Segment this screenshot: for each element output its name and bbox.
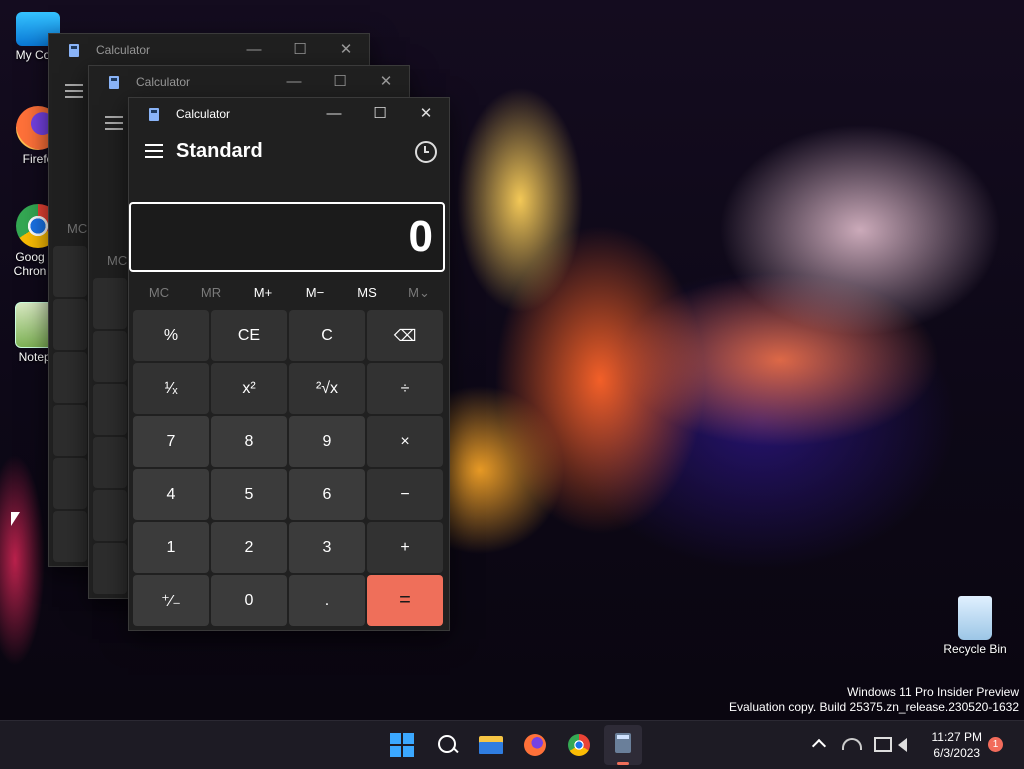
- title-bar[interactable]: Calculator — ☐ ✕: [49, 34, 369, 66]
- recycle-bin-icon: [958, 596, 992, 640]
- digit-9-button[interactable]: 9: [289, 416, 365, 467]
- desktop: My Com Firefo Goog Chron Notepa Recycle …: [0, 0, 1024, 720]
- key-background: [93, 490, 127, 541]
- key-background: [53, 299, 87, 350]
- memory-row: MC MR M+ M− MS M⌄: [133, 282, 445, 304]
- digit-7-button[interactable]: 7: [133, 416, 209, 467]
- key-background: [53, 246, 87, 297]
- desktop-icon-label: Recycle Bin: [943, 642, 1007, 656]
- close-button[interactable]: ✕: [363, 66, 409, 98]
- network-off-icon[interactable]: [842, 738, 862, 750]
- divide-button[interactable]: ÷: [367, 363, 443, 414]
- memory-store-button[interactable]: MS: [341, 282, 393, 304]
- digit-8-button[interactable]: 8: [211, 416, 287, 467]
- keypad: % CE C ⌫ ¹⁄ₓ x² ²√x ÷ 7 8 9 × 4 5 6 − 1 …: [133, 310, 445, 628]
- digit-6-button[interactable]: 6: [289, 469, 365, 520]
- minimize-button[interactable]: —: [271, 66, 317, 98]
- evaluation-watermark: Windows 11 Pro Insider Preview Evaluatio…: [729, 685, 1019, 715]
- mode-title: Standard: [176, 140, 263, 162]
- history-icon[interactable]: [415, 141, 437, 163]
- maximize-button[interactable]: ☐: [317, 66, 363, 98]
- watermark-line-2: Evaluation copy. Build 25375.zn_release.…: [729, 700, 1019, 714]
- digit-5-button[interactable]: 5: [211, 469, 287, 520]
- window-title: Calculator: [136, 75, 191, 89]
- key-background: [93, 331, 127, 382]
- square-root-button[interactable]: ²√x: [289, 363, 365, 414]
- notification-badge[interactable]: 1: [988, 737, 1003, 752]
- reciprocal-button[interactable]: ¹⁄ₓ: [133, 363, 209, 414]
- equals-button[interactable]: =: [367, 575, 443, 626]
- calculator-app-icon: [109, 76, 119, 89]
- clear-entry-button[interactable]: CE: [211, 310, 287, 361]
- mouse-cursor-icon: [11, 512, 20, 526]
- close-button[interactable]: ✕: [403, 98, 449, 130]
- menu-icon[interactable]: [105, 116, 123, 130]
- add-button[interactable]: +: [367, 522, 443, 573]
- subtract-button[interactable]: −: [367, 469, 443, 520]
- digit-1-button[interactable]: 1: [133, 522, 209, 573]
- minimize-button[interactable]: —: [231, 34, 277, 66]
- digit-4-button[interactable]: 4: [133, 469, 209, 520]
- menu-icon[interactable]: [65, 84, 83, 98]
- title-bar[interactable]: Calculator — ☐ ✕: [129, 98, 449, 130]
- backspace-button[interactable]: ⌫: [367, 310, 443, 361]
- calculator-header: Standard: [129, 136, 449, 172]
- memory-add-button[interactable]: M+: [237, 282, 289, 304]
- digit-2-button[interactable]: 2: [211, 522, 287, 573]
- memory-subtract-button[interactable]: M−: [289, 282, 341, 304]
- calculator-app-icon: [149, 108, 159, 121]
- memory-clear-label: MC: [107, 253, 128, 268]
- memory-clear-button[interactable]: MC: [133, 282, 185, 304]
- key-background: [53, 511, 87, 562]
- navigation-menu-button[interactable]: [145, 144, 163, 158]
- calculator-app-icon: [69, 44, 79, 57]
- memory-clear-label: MC: [67, 221, 88, 236]
- title-bar[interactable]: Calculator — ☐ ✕: [89, 66, 409, 98]
- key-background: [53, 405, 87, 456]
- memory-list-button[interactable]: M⌄: [393, 282, 445, 304]
- key-background: [53, 458, 87, 509]
- key-background: [93, 437, 127, 488]
- maximize-button[interactable]: ☐: [277, 34, 323, 66]
- watermark-line-1: Windows 11 Pro Insider Preview: [847, 685, 1019, 699]
- clear-button[interactable]: C: [289, 310, 365, 361]
- search-icon[interactable]: [431, 729, 463, 761]
- chevron-up-icon[interactable]: [811, 738, 827, 754]
- firefox-icon[interactable]: [519, 729, 551, 761]
- display-icon[interactable]: [874, 737, 892, 752]
- taskbar: 11:27 PM 6/3/2023 1: [0, 720, 1024, 769]
- digit-3-button[interactable]: 3: [289, 522, 365, 573]
- chrome-icon[interactable]: [563, 729, 595, 761]
- clock[interactable]: 11:27 PM 6/3/2023: [932, 729, 982, 761]
- minimize-button[interactable]: —: [311, 98, 357, 130]
- key-background: [93, 543, 127, 594]
- desktop-icon-recycle-bin[interactable]: Recycle Bin: [937, 596, 1013, 656]
- window-title: Calculator: [176, 107, 231, 121]
- multiply-button[interactable]: ×: [367, 416, 443, 467]
- calculator-window[interactable]: Calculator — ☐ ✕ Standard 0 MC MR M+ M− …: [128, 97, 450, 631]
- window-title: Calculator: [96, 43, 151, 57]
- percent-button[interactable]: %: [133, 310, 209, 361]
- calculator-icon[interactable]: [604, 725, 642, 765]
- digit-0-button[interactable]: 0: [211, 575, 287, 626]
- key-background: [53, 352, 87, 403]
- clock-time: 11:27 PM: [931, 730, 982, 744]
- volume-icon[interactable]: [898, 738, 907, 752]
- clock-date: 6/3/2023: [933, 746, 981, 760]
- key-background: [93, 384, 127, 435]
- key-background: [93, 278, 127, 329]
- close-button[interactable]: ✕: [323, 34, 369, 66]
- system-tray: [804, 721, 944, 769]
- negate-button[interactable]: ⁺⁄₋: [133, 575, 209, 626]
- memory-recall-button[interactable]: MR: [185, 282, 237, 304]
- windows-start-icon[interactable]: [386, 729, 418, 761]
- file-explorer-icon[interactable]: [475, 729, 507, 761]
- decimal-button[interactable]: .: [289, 575, 365, 626]
- maximize-button[interactable]: ☐: [357, 98, 403, 130]
- result-display: 0: [129, 202, 445, 272]
- square-button[interactable]: x²: [211, 363, 287, 414]
